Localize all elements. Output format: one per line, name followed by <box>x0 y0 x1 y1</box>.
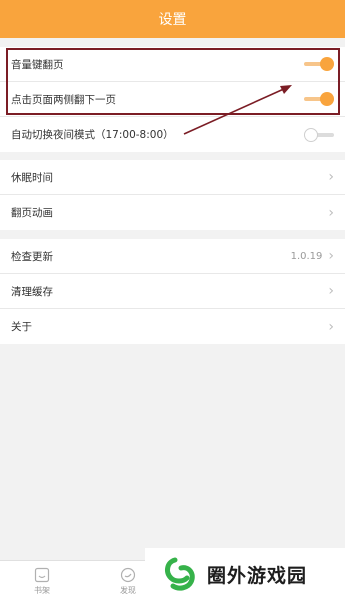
row-label: 自动切换夜间模式（17:00-8:00） <box>11 129 174 141</box>
tab-bookshelf[interactable]: 书架 <box>22 567 62 596</box>
chevron-right-icon: › <box>328 169 334 185</box>
chevron-right-icon: › <box>328 248 334 264</box>
sleep-time-row[interactable]: 休眠时间 › <box>0 160 345 195</box>
page-title: 设置 <box>158 12 187 28</box>
row-label: 检查更新 <box>11 250 53 263</box>
version-value: 1.0.19 <box>290 250 323 262</box>
tab-label: 书架 <box>34 586 50 595</box>
about-row[interactable]: 关于 › <box>0 309 345 344</box>
display-settings-group: 休眠时间 › 翻页动画 › <box>0 160 345 230</box>
page-header: 设置 <box>0 0 345 38</box>
annotation-highlight-box <box>6 48 340 115</box>
clear-cache-row[interactable]: 清理缓存 › <box>0 274 345 309</box>
chevron-right-icon: › <box>328 204 334 221</box>
check-update-row[interactable]: 检查更新 1.0.19 › <box>0 239 345 274</box>
row-label: 休眠时间 <box>11 171 53 184</box>
auto-night-mode-row[interactable]: 自动切换夜间模式（17:00-8:00） <box>0 117 345 152</box>
page-animation-row[interactable]: 翻页动画 › <box>0 195 345 230</box>
chevron-right-icon: › <box>328 283 334 299</box>
tab-label: 发现 <box>120 586 136 595</box>
watermark-logo-icon <box>165 557 195 591</box>
app-settings-group: 检查更新 1.0.19 › 清理缓存 › 关于 › <box>0 239 345 344</box>
chevron-right-icon: › <box>328 318 334 335</box>
watermark-logo: 圈外游戏园 <box>145 548 345 600</box>
row-label: 翻页动画 <box>11 207 53 219</box>
tab-discover[interactable]: 发现 <box>108 567 148 596</box>
watermark-text: 圈外游戏园 <box>207 564 308 587</box>
row-label: 关于 <box>11 321 32 333</box>
row-label: 清理缓存 <box>11 285 53 298</box>
discover-icon <box>120 567 136 583</box>
auto-night-mode-toggle[interactable] <box>304 127 334 142</box>
bookshelf-icon <box>34 567 50 583</box>
